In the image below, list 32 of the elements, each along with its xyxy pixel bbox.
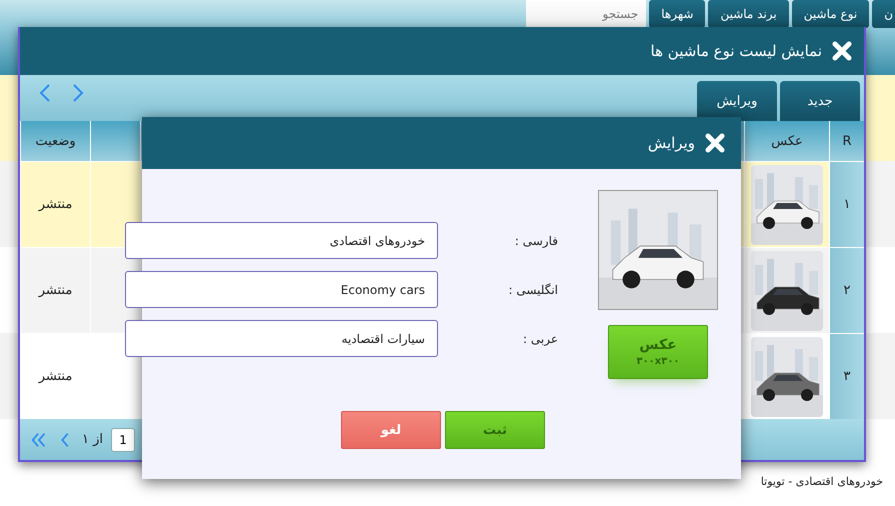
field-label: فارسی :	[514, 234, 558, 248]
window-title: نمایش لیست نوع ماشین ها	[650, 42, 822, 60]
nav-tab[interactable]: شهرها	[649, 0, 706, 28]
input-field[interactable]: خودروهای اقتصادی	[125, 222, 438, 259]
input-field[interactable]: Economy cars	[125, 271, 438, 308]
row-number: ۲	[829, 247, 864, 333]
chevron-left-icon[interactable]	[39, 83, 51, 103]
input-field[interactable]: سیارات اقتصادیه	[125, 320, 438, 357]
close-icon[interactable]	[832, 41, 852, 61]
status-text: منتشر	[38, 197, 72, 212]
status-text: منتشر	[38, 369, 72, 384]
nav-tab[interactable]: ن	[872, 0, 895, 28]
close-icon[interactable]	[705, 133, 725, 153]
field-label: انگلیسی :	[508, 282, 558, 296]
nav-tab[interactable]: نوع ماشین	[792, 0, 870, 28]
double-chevron-left-icon[interactable]	[30, 430, 48, 448]
toolbar-button[interactable]: جدید	[780, 81, 860, 121]
page-field[interactable]: 1	[111, 428, 136, 452]
chevron-right-icon[interactable]	[72, 83, 84, 103]
row-number: ۳	[829, 333, 864, 419]
column-header: عکس	[744, 121, 829, 161]
field-label: عربی :	[522, 332, 558, 346]
status-text: منتشر	[38, 283, 72, 298]
nav-tab[interactable]: برند ماشین	[708, 0, 789, 28]
search-field[interactable]: جستجو	[526, 0, 646, 28]
toolbar-button[interactable]: ویرایش	[697, 81, 777, 121]
column-header: R	[829, 121, 864, 161]
row-number: ۱	[829, 161, 864, 247]
column-header: وضعیت	[20, 121, 90, 161]
row-text: خودروهای اقتصادی - تویوتا	[760, 475, 883, 488]
dialog-title: ویرایش	[648, 134, 695, 152]
page-count: از ۱	[82, 432, 104, 447]
